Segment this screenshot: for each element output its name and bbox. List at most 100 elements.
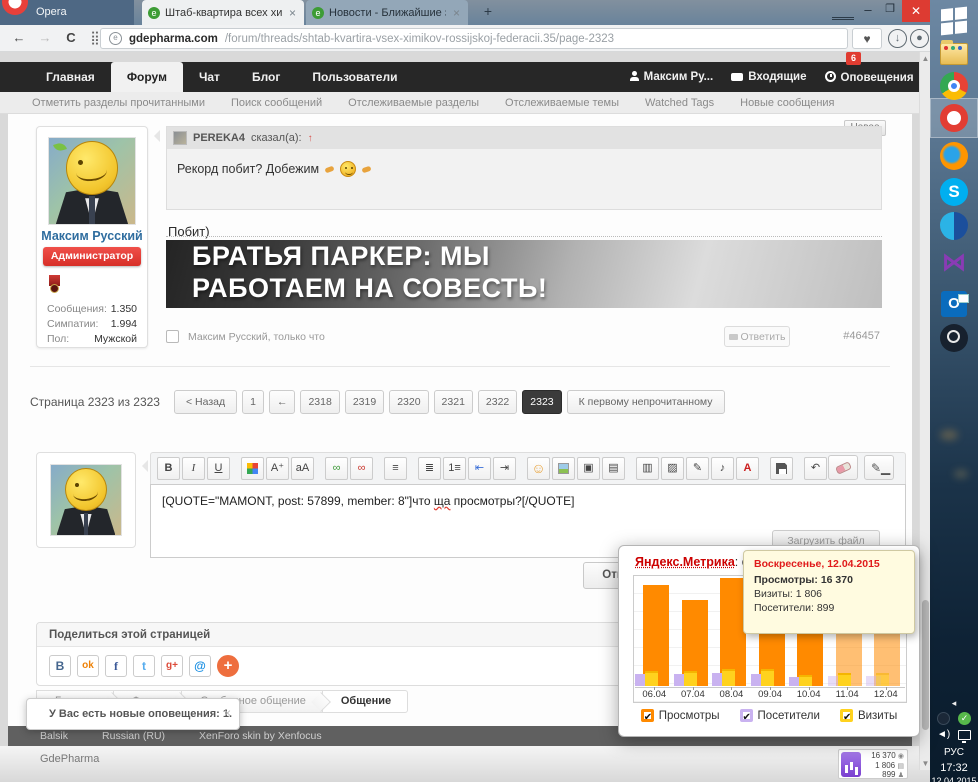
post-image-banner[interactable]: БРАТЬЯ ПАРКЕР: МЫ РАБОТАЕМ НА СОВЕСТЬ! <box>166 240 882 308</box>
legal-link[interactable]: Russian (RU) <box>102 730 165 742</box>
legend-checkbox[interactable]: ✔ <box>740 709 753 722</box>
site-brand[interactable]: GdePharma <box>40 753 99 765</box>
page-button[interactable]: < Назад <box>174 390 237 414</box>
antivirus-ok-icon[interactable]: ✓ <box>958 712 971 725</box>
page-button[interactable]: 2319 <box>345 390 384 414</box>
quote-reply-button[interactable]: Ответить <box>724 326 790 347</box>
tab-menu-icon[interactable] <box>832 4 854 20</box>
subnav-link[interactable]: Отметить разделы прочитанными <box>32 97 205 109</box>
share-icon[interactable]: В <box>49 655 71 677</box>
page-button[interactable]: 2318 <box>300 390 339 414</box>
editor-toolbar-icon[interactable] <box>627 457 634 480</box>
editor-toolbar-icon[interactable]: ▣ <box>577 457 600 480</box>
editor-toolbar-icon[interactable]: A⁺ <box>266 457 289 480</box>
editor-toolbar-icon[interactable]: aA <box>291 457 314 480</box>
editor-toolbar-icon[interactable]: I <box>182 457 205 480</box>
page-button[interactable]: 2322 <box>478 390 517 414</box>
new-tab-button[interactable]: + <box>476 3 500 22</box>
window-minimize-button[interactable]: – <box>858 2 878 22</box>
window-close-button[interactable]: ✕ <box>902 0 930 22</box>
editor-toolbar-icon[interactable]: B <box>157 457 180 480</box>
opera-menu-button[interactable]: Opera <box>0 0 134 25</box>
post-select-checkbox[interactable] <box>166 330 179 343</box>
window-restore-button[interactable]: ❐ <box>880 2 900 22</box>
author-name-link[interactable]: Максим Русский <box>37 229 147 243</box>
editor-toolbar-icon[interactable] <box>795 457 802 480</box>
editor-toolbar-icon[interactable]: ≣ <box>418 457 441 480</box>
back-button[interactable]: ← <box>10 30 28 48</box>
editor-toolbar-icon[interactable]: ▤ <box>602 457 625 480</box>
editor-toolbar-icon[interactable]: ▥ <box>636 457 659 480</box>
steam-icon[interactable] <box>938 322 970 354</box>
inbox-menu[interactable]: Входящие <box>731 71 806 83</box>
quoted-user-name[interactable]: PEREKA4 <box>193 132 245 144</box>
tab-close-icon[interactable]: × <box>451 6 462 20</box>
toast-close-icon[interactable]: × <box>224 706 231 720</box>
editor-toolbar-icon[interactable]: ∞ <box>350 457 373 480</box>
editor-toolbar-icon[interactable]: ▨ <box>661 457 684 480</box>
metrika-informer[interactable]: 16 370 ◉1 806 ▤899 ♟ <box>838 749 908 779</box>
editor-toolbar-icon[interactable]: A <box>736 457 759 480</box>
forward-button[interactable]: → <box>36 30 54 48</box>
clock-time[interactable]: 17:32 <box>930 762 978 774</box>
forum-nav-tab[interactable]: Главная <box>30 62 111 92</box>
account-menu[interactable]: Максим Ру... <box>630 71 714 83</box>
share-icon[interactable]: @ <box>189 655 211 677</box>
share-icon[interactable]: + <box>217 655 239 677</box>
editor-toolbar-icon[interactable] <box>375 457 382 480</box>
page-button[interactable]: ← <box>269 390 296 414</box>
toast-text[interactable]: У Вас есть новые оповещения: 1. <box>49 708 232 720</box>
page-button[interactable]: 2320 <box>389 390 428 414</box>
skype-icon[interactable]: S <box>938 176 970 208</box>
editor-toolbar-icon[interactable]: U <box>207 457 230 480</box>
post-number-link[interactable]: #46457 <box>843 330 880 342</box>
network-icon[interactable] <box>958 730 971 740</box>
editor-toolbar-icon[interactable]: ∞ <box>325 457 348 480</box>
page-button[interactable]: К первому непрочитанному <box>567 390 725 414</box>
tab-close-icon[interactable]: × <box>287 6 298 20</box>
editor-toolbar-icon[interactable] <box>770 457 793 480</box>
editor-toolbar-icon[interactable]: ⇤ <box>468 457 491 480</box>
share-icon[interactable]: ok <box>77 655 99 677</box>
forum-nav-tab[interactable]: Форум <box>111 62 183 92</box>
editor-toolbar-icon[interactable]: ⇥ <box>493 457 516 480</box>
editor-toolbar-icon[interactable] <box>761 457 768 480</box>
subnav-link[interactable]: Отслеживаемые темы <box>505 97 619 109</box>
downloads-icon[interactable]: ↓ <box>888 29 907 48</box>
subnav-link[interactable]: Отслеживаемые разделы <box>348 97 479 109</box>
editor-toolbar-icon[interactable]: 1≡ <box>443 457 466 480</box>
breadcrumb-item[interactable]: Общение <box>322 690 408 713</box>
page-button[interactable]: 2323 <box>522 390 561 414</box>
firefox-icon[interactable] <box>938 140 970 172</box>
clock-date[interactable]: 12.04.2015 <box>930 776 978 782</box>
editor-toolbar-icon[interactable] <box>232 457 239 480</box>
forum-nav-tab[interactable]: Блог <box>236 62 296 92</box>
tray-expand-icon[interactable]: ◂ <box>930 698 978 709</box>
share-icon[interactable]: t <box>133 655 155 677</box>
toggle-editor-mode-button[interactable]: ✎▁ <box>864 455 894 480</box>
file-explorer-icon[interactable] <box>938 38 970 70</box>
subnav-link[interactable]: Watched Tags <box>645 97 714 109</box>
windows-start-icon[interactable] <box>938 5 970 37</box>
post-meta[interactable]: Максим Русский, только что <box>188 331 325 343</box>
subnav-link[interactable]: Новые сообщения <box>740 97 834 109</box>
steam-tray-icon[interactable] <box>937 712 950 725</box>
subnav-link[interactable]: Поиск сообщений <box>231 97 322 109</box>
scrollbar[interactable]: ▲ ▼ <box>919 52 930 770</box>
legend-checkbox[interactable]: ✔ <box>840 709 853 722</box>
alerts-menu[interactable]: Оповещения <box>825 71 914 84</box>
metrika-link[interactable]: Яндекс.Метрика <box>635 555 735 569</box>
editor-toolbar-icon[interactable]: ↶ <box>804 457 827 480</box>
browser-tab-active[interactable]: e Штаб-квартира всех хими × <box>142 0 304 25</box>
page-button[interactable]: 2321 <box>434 390 473 414</box>
author-avatar[interactable] <box>48 137 136 225</box>
bookmark-heart-icon[interactable]: ♥ <box>852 28 882 49</box>
remove-formatting-button[interactable] <box>828 455 858 480</box>
account-icon[interactable]: ● <box>910 29 929 48</box>
page-button[interactable]: 1 <box>242 390 264 414</box>
outlook-icon[interactable]: O <box>938 288 970 320</box>
forum-nav-tab[interactable]: Чат <box>183 62 236 92</box>
share-icon[interactable]: f <box>105 655 127 677</box>
scrollbar-thumb[interactable] <box>922 600 929 730</box>
editor-toolbar-icon[interactable]: ♪ <box>711 457 734 480</box>
